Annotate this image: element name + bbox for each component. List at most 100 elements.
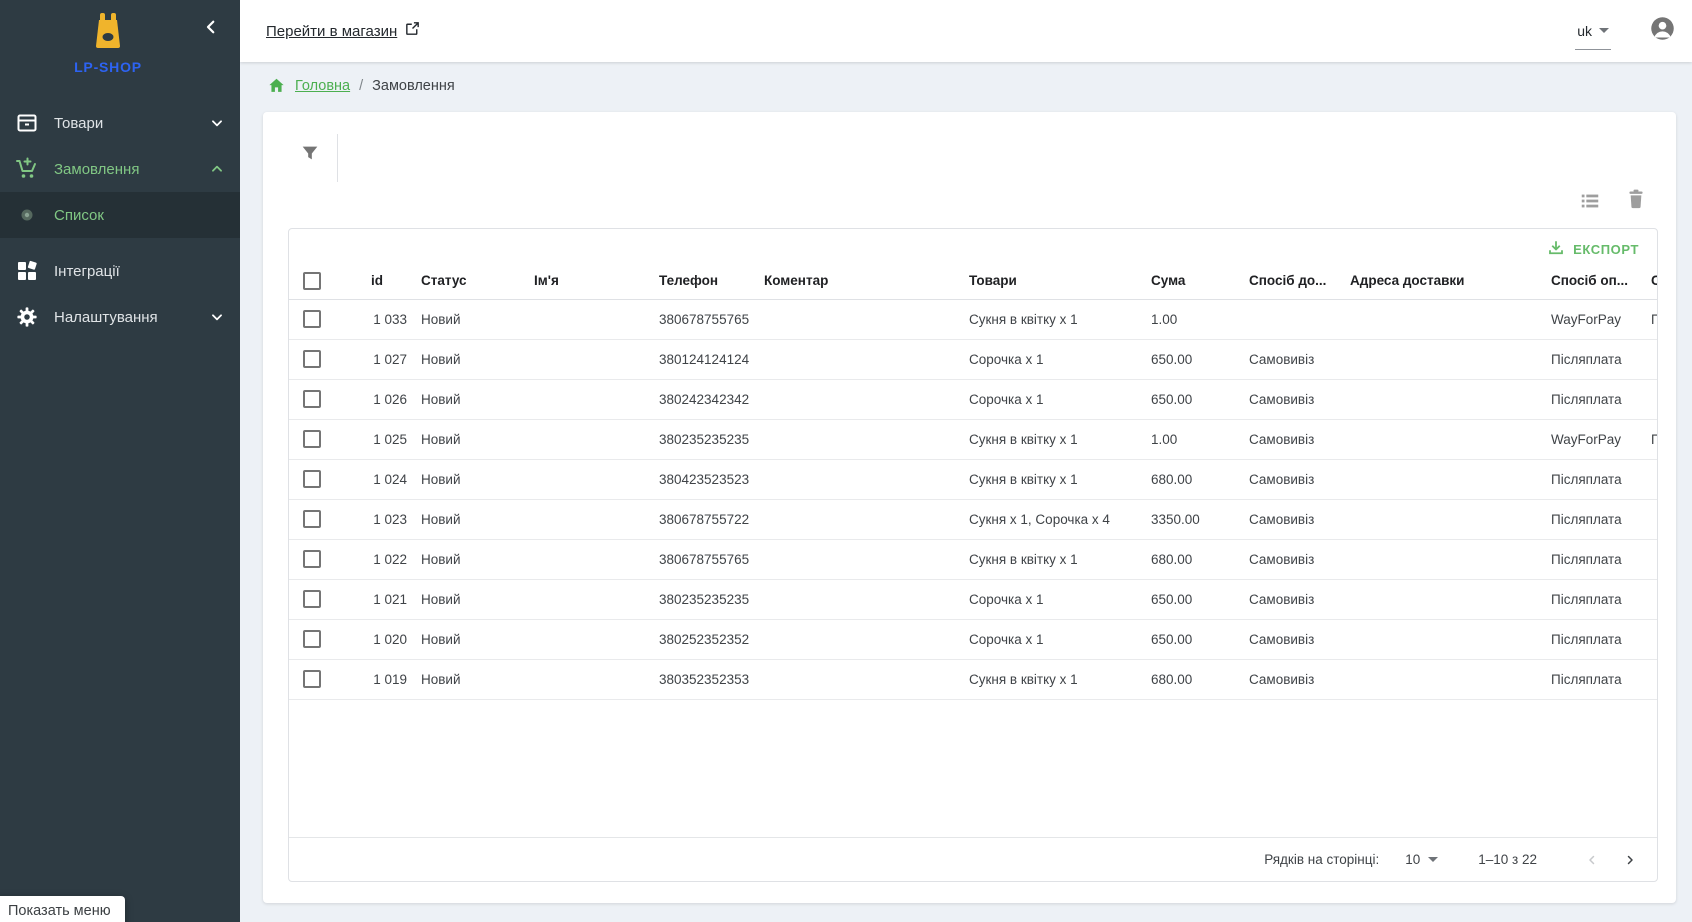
cell-products: Сорочка x 1	[955, 339, 1137, 379]
cell-address	[1336, 539, 1537, 579]
cell-status: Новий	[407, 579, 520, 619]
cell-comment	[750, 619, 955, 659]
sidebar-item-settings[interactable]: Налаштування	[0, 294, 240, 340]
cell-payment: Післяплата	[1537, 659, 1637, 699]
cell-products: Сукня в квітку x 1	[955, 659, 1137, 699]
cell-delivery: Самовивіз	[1235, 579, 1336, 619]
sidebar-item-label: Список	[54, 207, 224, 224]
table-body: 1 033Новий380678755765Сукня в квітку x 1…	[289, 299, 1658, 699]
sidebar-item-orders[interactable]: Замовлення	[0, 146, 240, 192]
cell-status: Новий	[407, 379, 520, 419]
cell-products: Сукня в квітку x 1	[955, 299, 1137, 339]
cell-address	[1336, 339, 1537, 379]
shopping-bag-logo-icon	[91, 12, 125, 55]
account-button[interactable]	[1649, 15, 1676, 47]
row-checkbox[interactable]	[303, 430, 321, 448]
row-select-cell	[289, 619, 357, 659]
cell-comment	[750, 339, 955, 379]
rows-per-page-select[interactable]: 10	[1405, 852, 1438, 867]
view-list-button[interactable]	[1579, 190, 1601, 217]
chevron-up-icon	[210, 162, 224, 176]
cell-payment_status	[1637, 499, 1658, 539]
cell-phone: 380235235235	[645, 419, 750, 459]
cell-products: Сукня в квітку x 1	[955, 459, 1137, 499]
toolbar-divider	[337, 134, 338, 182]
column-header-products: Товари	[955, 269, 1137, 299]
sidebar-item-integrations[interactable]: Інтеграції	[0, 248, 240, 294]
language-value: uk	[1577, 23, 1592, 39]
row-select-cell	[289, 339, 357, 379]
cell-products: Сорочка x 1	[955, 379, 1137, 419]
sidebar-item-orders-list[interactable]: Список	[0, 192, 240, 238]
cell-name	[520, 539, 645, 579]
table-empty-space	[289, 700, 1657, 838]
cell-status: Новий	[407, 539, 520, 579]
orders-table: idСтатусІм'яТелефонКоментарТовариСумаСпо…	[289, 269, 1658, 700]
row-checkbox[interactable]	[303, 550, 321, 568]
menu-tooltip: Показать меню	[0, 896, 125, 922]
row-checkbox[interactable]	[303, 350, 321, 368]
cell-delivery: Самовивіз	[1235, 539, 1336, 579]
language-select[interactable]: uk	[1575, 23, 1611, 50]
previous-page-button[interactable]	[1579, 847, 1605, 873]
sidebar: LP-SHOP Товари Замовлення	[0, 0, 240, 922]
export-button[interactable]: ЕКСПОРТ	[1539, 235, 1647, 264]
filter-button[interactable]	[299, 142, 321, 169]
sidebar-item-products[interactable]: Товари	[0, 100, 240, 146]
export-label: ЕКСПОРТ	[1573, 242, 1639, 257]
cell-payment_status	[1637, 659, 1658, 699]
breadcrumb-current: Замовлення	[372, 78, 455, 94]
row-checkbox[interactable]	[303, 510, 321, 528]
row-checkbox[interactable]	[303, 590, 321, 608]
orders-table-card: ЕКСПОРТ idСтатусІм'яТелефонКоментарТовар…	[288, 228, 1658, 882]
cell-payment: Післяплата	[1537, 339, 1637, 379]
cell-comment	[750, 499, 955, 539]
row-checkbox[interactable]	[303, 310, 321, 328]
cell-status: Новий	[407, 419, 520, 459]
cell-name	[520, 579, 645, 619]
table-row: 1 025Новий380235235235Сукня в квітку x 1…	[289, 419, 1658, 459]
logo[interactable]: LP-SHOP	[0, 12, 216, 75]
cell-sum: 650.00	[1137, 619, 1235, 659]
row-checkbox[interactable]	[303, 630, 321, 648]
cell-payment_status	[1637, 579, 1658, 619]
home-icon	[267, 76, 286, 95]
cell-id: 1 024	[357, 459, 407, 499]
widgets-icon	[14, 259, 40, 283]
cell-payment_status	[1637, 339, 1658, 379]
cell-name	[520, 379, 645, 419]
cell-sum: 1.00	[1137, 419, 1235, 459]
breadcrumb: Головна / Замовлення	[267, 76, 455, 95]
cell-id: 1 025	[357, 419, 407, 459]
column-header-delivery: Спосіб до...	[1235, 269, 1336, 299]
chevron-down-icon	[210, 310, 224, 324]
cell-payment: Післяплата	[1537, 579, 1637, 619]
row-checkbox[interactable]	[303, 670, 321, 688]
chevron-down-icon	[210, 116, 224, 130]
download-icon	[1547, 239, 1565, 260]
row-checkbox[interactable]	[303, 390, 321, 408]
trash-icon	[1625, 188, 1647, 215]
row-checkbox[interactable]	[303, 470, 321, 488]
delete-button[interactable]	[1625, 188, 1647, 215]
select-all-cell	[289, 269, 357, 299]
cell-products: Сукня x 1, Сорочка x 4	[955, 499, 1137, 539]
cell-address	[1336, 499, 1537, 539]
row-select-cell	[289, 539, 357, 579]
cell-phone: 380678755765	[645, 539, 750, 579]
breadcrumb-separator: /	[359, 78, 363, 94]
cell-phone: 380352352353	[645, 659, 750, 699]
cell-name	[520, 619, 645, 659]
sidebar-item-label: Замовлення	[54, 161, 210, 178]
breadcrumb-home-link[interactable]: Головна	[295, 78, 350, 94]
sidebar-menu: Товари Замовлення	[0, 100, 240, 340]
next-page-button[interactable]	[1617, 847, 1643, 873]
cell-name	[520, 659, 645, 699]
cell-payment: Післяплата	[1537, 619, 1637, 659]
app-bar: Перейти в магазин uk	[240, 0, 1692, 62]
select-all-checkbox[interactable]	[303, 272, 321, 290]
box-icon	[14, 111, 40, 135]
go-to-store-link[interactable]: Перейти в магазин	[266, 20, 421, 42]
pagination-bar: Рядків на сторінці: 10 1–10 з 22	[289, 837, 1657, 881]
table-row: 1 023Новий380678755722Сукня x 1, Сорочка…	[289, 499, 1658, 539]
